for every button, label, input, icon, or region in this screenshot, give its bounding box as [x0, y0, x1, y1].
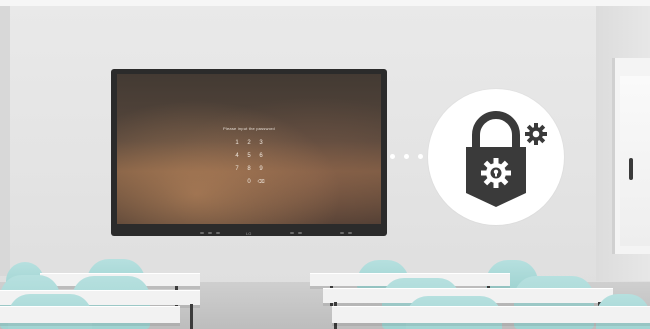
key-3[interactable]: 3 [255, 140, 267, 146]
bezel-button[interactable] [340, 232, 344, 234]
key-6[interactable]: 6 [255, 153, 267, 159]
key-4[interactable]: 4 [231, 153, 243, 159]
bezel-button[interactable] [290, 232, 294, 234]
brand-logo: LG [246, 231, 252, 236]
bezel-button[interactable] [200, 232, 204, 234]
desk [332, 306, 650, 323]
lock-screen: Please input the password 1 2 3 4 5 6 7 … [117, 74, 381, 224]
window-handle [629, 158, 633, 180]
backspace-key[interactable]: ⌫ [255, 179, 267, 185]
window-pane [620, 76, 650, 246]
bezel-button[interactable] [216, 232, 220, 234]
bezel-button[interactable] [298, 232, 302, 234]
dot [390, 154, 395, 159]
key-1[interactable]: 1 [231, 140, 243, 146]
key-8[interactable]: 8 [243, 166, 255, 172]
password-prompt: Please input the password [223, 126, 275, 131]
key-5[interactable]: 5 [243, 153, 255, 159]
bezel-button[interactable] [348, 232, 352, 234]
key-2[interactable]: 2 [243, 140, 255, 146]
wall-corner-shade [0, 6, 10, 276]
key-9[interactable]: 9 [255, 166, 267, 172]
padlock-with-gear-icon [466, 111, 526, 207]
desk-leg [190, 304, 193, 329]
gear-icon [525, 123, 547, 145]
classroom-scene: Please input the password 1 2 3 4 5 6 7 … [0, 0, 650, 329]
dot [404, 154, 409, 159]
connector-dots [390, 154, 424, 160]
bezel-button[interactable] [208, 232, 212, 234]
key-7[interactable]: 7 [231, 166, 243, 172]
key-0[interactable]: 0 [243, 179, 255, 185]
dot [418, 154, 423, 159]
desk [0, 306, 180, 323]
security-badge [428, 89, 564, 225]
